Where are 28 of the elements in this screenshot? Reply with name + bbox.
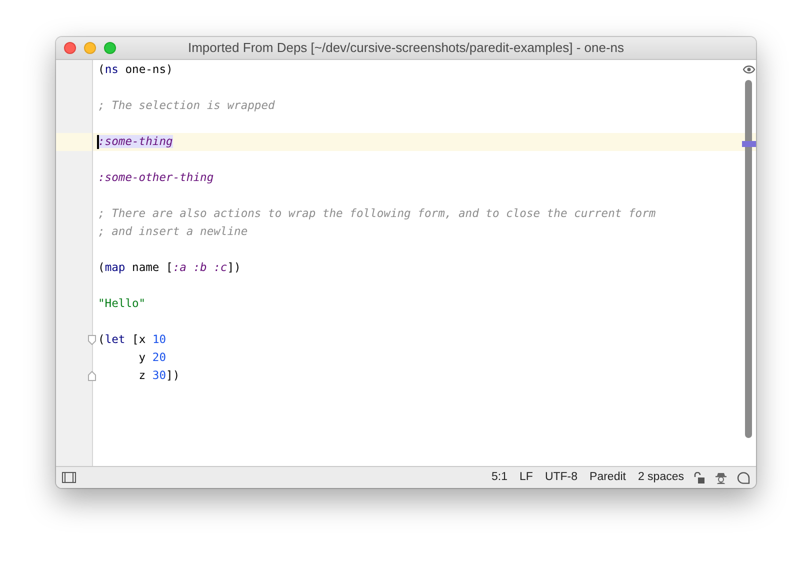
code-line: ; There are also actions to wrap the following form, and to close the current form [98,207,656,220]
speech-bubble-icon[interactable] [737,472,750,484]
code-line: (let [x 10 [98,333,166,346]
code-line: :some-other-thing [98,171,214,184]
status-item[interactable]: 5:1 [492,468,508,486]
inspector-icon[interactable] [715,472,727,484]
status-item[interactable]: Paredit [590,468,626,486]
fold-marker-icon[interactable] [88,335,96,345]
lock-icon[interactable] [694,472,705,484]
status-item[interactable]: UTF-8 [544,468,578,486]
code-line: ; The selection is wrapped [98,99,275,112]
code-line: ; and insert a newline [98,225,248,238]
minimize-button[interactable] [84,42,96,54]
fold-marker-icon[interactable] [88,371,96,381]
status-item[interactable]: 2 spaces [638,468,684,486]
scrollbar-thumb[interactable] [745,80,752,438]
code-line: "Hello" [98,297,146,310]
code-line: (map name [:a :b :c]) [98,261,241,274]
code-line: y 20 [138,351,166,364]
status-item[interactable]: LF [520,468,533,486]
window-title: Imported From Deps [~/dev/cursive-screenshots/paredit-examples] - one-ns [188,39,624,58]
caret-marker [742,141,756,147]
code-line: (ns one-ns) [98,63,173,76]
eye-icon[interactable] [743,65,755,74]
zoom-button[interactable] [104,42,116,54]
panel-toggle-icon[interactable] [62,472,76,483]
code-line: z 30]) [138,369,180,382]
close-button[interactable] [64,42,76,54]
